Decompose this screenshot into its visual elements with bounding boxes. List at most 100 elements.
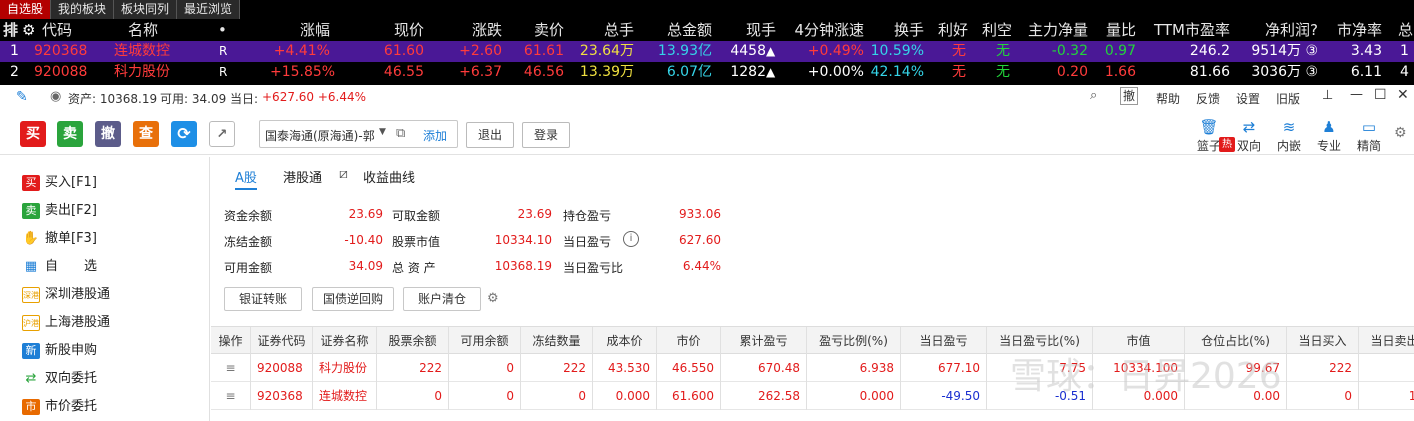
buy-button[interactable]: 买 bbox=[20, 121, 46, 147]
row-speed: +0.49% bbox=[807, 43, 864, 59]
col-code[interactable]: 代码 bbox=[42, 20, 72, 41]
sidebar-item-market-order[interactable]: 市 市价委托 bbox=[22, 395, 97, 419]
header-total-pl[interactable]: 累计盈亏 bbox=[721, 327, 807, 355]
header-frozen[interactable]: 冻结数量 bbox=[521, 327, 593, 355]
header-today-pl[interactable]: 当日盈亏 bbox=[901, 327, 987, 355]
professional-button[interactable]: ♟ 专业 bbox=[1312, 117, 1346, 154]
reverse-repo-button[interactable]: 国债逆回购 bbox=[312, 287, 394, 311]
col-net[interactable]: 主力净量 bbox=[1022, 20, 1088, 41]
tab-watchlist[interactable]: 自选股 bbox=[0, 0, 52, 19]
close-icon[interactable]: ✕ bbox=[1397, 87, 1409, 103]
feedback-menu[interactable]: 反馈 bbox=[1196, 90, 1220, 107]
row-amount: 13.93亿 bbox=[657, 43, 712, 59]
minimize-icon[interactable]: — bbox=[1350, 87, 1363, 102]
sidebar-item-ipo[interactable]: 新 新股申购 bbox=[22, 339, 97, 363]
col-speed[interactable]: 4分钟涨速 bbox=[786, 20, 864, 41]
refresh-icon[interactable]: ⟳ bbox=[171, 121, 197, 147]
embedded-button[interactable]: ≋ 内嵌 bbox=[1272, 117, 1306, 154]
col-amount[interactable]: 总金额 bbox=[658, 20, 712, 41]
sidebar-item-sz-hk[interactable]: 深港 深圳港股通 bbox=[22, 283, 110, 307]
menu-icon[interactable]: ≡ bbox=[211, 382, 251, 410]
tab-recent[interactable]: 最近浏览 bbox=[177, 0, 241, 19]
col-pb[interactable]: 市净率 bbox=[1332, 20, 1382, 41]
col-volume[interactable]: 总手 bbox=[590, 20, 634, 41]
col-pct[interactable]: 涨幅 bbox=[280, 20, 330, 41]
cancel-order-button[interactable]: 撤 bbox=[95, 121, 121, 147]
settings-gear-icon[interactable]: ⚙ bbox=[1394, 125, 1407, 141]
header-today-buy[interactable]: 当日买入 bbox=[1287, 327, 1359, 355]
col-good[interactable]: 利好 bbox=[938, 20, 972, 41]
col-flag[interactable]: • bbox=[218, 20, 232, 41]
menu-icon[interactable]: ≡ bbox=[211, 354, 251, 382]
info-icon[interactable]: i bbox=[623, 231, 639, 247]
search-icon[interactable]: ⌕ bbox=[1090, 88, 1097, 103]
col-ratio[interactable]: 量比 bbox=[1102, 20, 1136, 41]
gear-icon[interactable]: ⚙ bbox=[22, 20, 38, 41]
header-today-sell[interactable]: 当日卖出 bbox=[1359, 327, 1414, 355]
watermark: 雪球：日昇2026 bbox=[1010, 356, 1282, 397]
withdrawable-label: 可取金额 bbox=[392, 209, 441, 223]
clear-account-button[interactable]: 账户清仓 bbox=[403, 287, 481, 311]
compact-button[interactable]: ▭ 精简 bbox=[1352, 117, 1386, 154]
login-button[interactable]: 登录 bbox=[522, 122, 570, 148]
header-code[interactable]: 证券代码 bbox=[251, 327, 313, 355]
header-pl-ratio[interactable]: 盈亏比例(%) bbox=[807, 327, 901, 355]
sh-hk-icon: 沪港 bbox=[22, 315, 40, 331]
quote-row[interactable]: 2 920088 科力股份 R +15.85% 46.55 +6.37 46.5… bbox=[0, 62, 1414, 83]
broker-select[interactable]: 国泰海通(原海通)-郭 ▼ ⧉ 添加 bbox=[259, 120, 458, 148]
cell-today-pl: -49.50 bbox=[901, 382, 987, 410]
header-available[interactable]: 可用余额 bbox=[449, 327, 521, 355]
quote-row[interactable]: 1 920368 连城数控 R +4.41% 61.60 +2.60 61.61… bbox=[0, 41, 1414, 62]
col-price[interactable]: 现价 bbox=[380, 20, 424, 41]
settings-menu[interactable]: 设置 bbox=[1236, 90, 1260, 107]
tab-a-shares[interactable]: A股 bbox=[235, 167, 257, 190]
col-rank[interactable]: 排 bbox=[3, 20, 19, 41]
swap-icon: ⇄ bbox=[22, 371, 40, 387]
header-balance[interactable]: 股票余额 bbox=[377, 327, 449, 355]
col-change[interactable]: 涨跌 bbox=[458, 20, 502, 41]
maximize-icon[interactable]: ☐ bbox=[1374, 87, 1387, 103]
col-pe[interactable]: TTM市盈率 bbox=[1148, 20, 1230, 41]
pin-icon[interactable]: ⊥ bbox=[1322, 88, 1333, 103]
tab-sector-list[interactable]: 板块同列 bbox=[114, 0, 178, 19]
col-name[interactable]: 名称 bbox=[128, 20, 188, 41]
col-total[interactable]: 总 bbox=[1398, 20, 1414, 41]
tab-my-sectors[interactable]: 我的板块 bbox=[51, 0, 115, 19]
row-current: 4458 bbox=[730, 43, 766, 59]
col-sell[interactable]: 卖价 bbox=[518, 20, 564, 41]
old-version-menu[interactable]: 旧版 bbox=[1276, 90, 1300, 107]
settings-icon[interactable]: ⚙ bbox=[487, 291, 499, 306]
copy-icon[interactable]: ⧉ bbox=[396, 126, 405, 141]
col-current[interactable]: 现手 bbox=[732, 20, 776, 41]
header-action[interactable]: 操作 bbox=[211, 327, 251, 355]
help-menu[interactable]: 帮助 bbox=[1156, 90, 1180, 107]
tab-profit-curve[interactable]: 收益曲线 bbox=[363, 167, 415, 186]
sidebar-item-sell[interactable]: 卖 卖出[F2] bbox=[22, 199, 97, 223]
chart-icon[interactable]: ↗ bbox=[209, 121, 235, 147]
header-cost[interactable]: 成本价 bbox=[593, 327, 657, 355]
add-account-link[interactable]: 添加 bbox=[423, 127, 447, 144]
query-button[interactable]: 查 bbox=[133, 121, 159, 147]
sidebar-item-sh-hk[interactable]: 沪港 上海港股通 bbox=[22, 311, 110, 335]
row-bad: 无 bbox=[996, 43, 1010, 59]
withdraw-menu[interactable]: 撤 bbox=[1120, 87, 1139, 105]
row-pb: 3.43 bbox=[1350, 43, 1382, 59]
frozen-value: -10.40 bbox=[344, 233, 383, 247]
sidebar-item-cancel[interactable]: ✋ 撤单[F3] bbox=[22, 227, 97, 251]
eye-icon[interactable]: ◉ bbox=[50, 89, 61, 105]
col-profit[interactable]: 净利润? bbox=[1246, 20, 1318, 41]
bank-transfer-button[interactable]: 银证转账 bbox=[224, 287, 302, 311]
bidirectional-button[interactable]: ⇄ 双向 bbox=[1232, 117, 1266, 154]
col-bad[interactable]: 利空 bbox=[982, 20, 1016, 41]
buy-icon: 买 bbox=[22, 175, 40, 191]
header-name[interactable]: 证券名称 bbox=[313, 327, 377, 355]
logout-button[interactable]: 退出 bbox=[466, 122, 514, 148]
header-price[interactable]: 市价 bbox=[657, 327, 721, 355]
sidebar-item-buy[interactable]: 买 买入[F1] bbox=[22, 171, 97, 195]
col-turnover[interactable]: 换手 bbox=[880, 20, 924, 41]
screen: { "top_panel": { "tabs": ["自选股", "我的板块",… bbox=[0, 0, 1414, 421]
sidebar-item-watchlist[interactable]: ▦ 自 选 bbox=[22, 255, 97, 279]
sell-button[interactable]: 卖 bbox=[57, 121, 83, 147]
sidebar-item-bidirectional[interactable]: ⇄ 双向委托 bbox=[22, 367, 97, 391]
tab-hk-connect[interactable]: 港股通 bbox=[283, 167, 322, 186]
